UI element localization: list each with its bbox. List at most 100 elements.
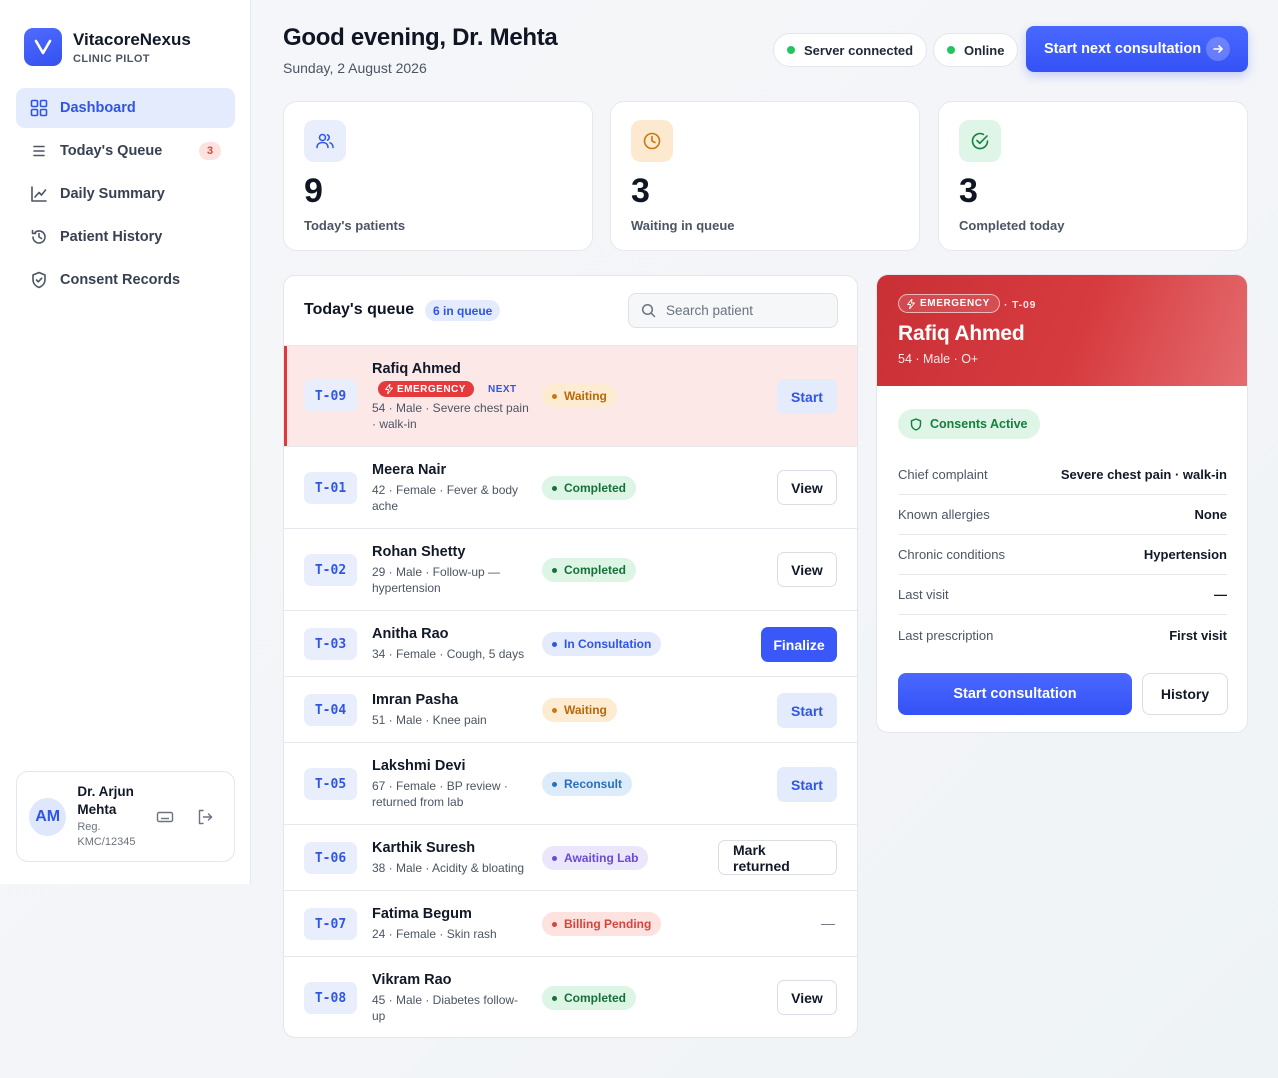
patient-name: Anitha Rao [372, 626, 449, 642]
sidebar-item-dashboard[interactable]: Dashboard [16, 88, 235, 128]
patient-detail-panel: EMERGENCY · T-09 Rafiq Ahmed 54 · Male ·… [876, 274, 1248, 733]
view-button[interactable]: View [777, 980, 837, 1015]
sidebar-item-label: Today's Queue [60, 143, 163, 159]
status-label: Awaiting Lab [564, 851, 639, 865]
token-badge: T-02 [304, 554, 357, 586]
token-badge: T-03 [304, 628, 357, 660]
detail-value: Hypertension [1143, 547, 1227, 562]
patient-meta: 54 · Male · Severe chest pain · walk-in [372, 401, 529, 431]
detail-key: Last visit [898, 587, 949, 602]
emergency-tag: EMERGENCY [378, 381, 474, 397]
patient-name: Imran Pasha [372, 692, 459, 708]
status-badge: Awaiting Lab [542, 846, 649, 870]
detail-row-chronic-conditions: Chronic conditions Hypertension [898, 535, 1227, 575]
detail-patient-meta: 54 · Male · O+ [898, 352, 979, 366]
start-button[interactable]: Start [777, 767, 837, 802]
detail-key: Chief complaint [898, 467, 988, 482]
view-button[interactable]: View [777, 470, 837, 505]
table-row[interactable]: T-01 Meera Nair 42 · Female · Fever & bo… [284, 447, 857, 529]
search-icon [641, 303, 656, 318]
next-tag: NEXT [488, 384, 517, 395]
detail-token: · T-09 [1004, 299, 1037, 311]
status-badge: Billing Pending [542, 912, 662, 936]
status-badge: Completed [542, 558, 637, 582]
table-row[interactable]: T-09 Rafiq Ahmed EMERGENCY NEXT 54 · Mal… [284, 346, 857, 447]
sidebar-item-todays-queue[interactable]: Today's Queue 3 [16, 131, 235, 171]
history-icon [30, 228, 48, 246]
detail-row-last-visit: Last visit — [898, 575, 1227, 615]
detail-key: Last prescription [898, 627, 994, 643]
token-badge: T-09 [304, 380, 357, 412]
detail-patient-name: Rafiq Ahmed [898, 322, 1025, 345]
sidebar-item-patient-history[interactable]: Patient History [16, 217, 235, 257]
bolt-icon [907, 298, 915, 309]
token-badge: T-06 [304, 842, 357, 874]
table-row[interactable]: T-05 Lakshmi Devi 67 · Female · BP revie… [284, 743, 857, 825]
start-consultation-button[interactable]: Start consultation [898, 673, 1132, 715]
sidebar-item-daily-summary[interactable]: Daily Summary [16, 174, 235, 214]
status-badge: Completed [542, 986, 637, 1010]
status-dot [947, 46, 955, 54]
stat-value: 9 [304, 172, 323, 210]
status-label: Completed [564, 481, 627, 495]
brand[interactable]: VitacoreNexus CLINIC PILOT [24, 28, 191, 66]
detail-row-last-prescription: Last prescription First visit [898, 615, 1227, 655]
status-dot [552, 393, 557, 399]
brand-name: VitacoreNexus [73, 29, 191, 49]
status-label: Waiting [564, 703, 607, 717]
stat-value: 3 [959, 172, 978, 210]
patient-meta: 34 · Female · Cough, 5 days [372, 647, 525, 661]
logout-icon[interactable] [196, 808, 214, 826]
patient-name: Meera Nair [372, 462, 447, 478]
user-name: Dr. Arjun Mehta [77, 784, 134, 817]
finalize-button[interactable]: Finalize [761, 627, 837, 662]
patient-meta: 38 · Male · Acidity & bloating [372, 861, 525, 875]
start-next-consultation-button[interactable]: Start next consultation [1026, 26, 1248, 72]
table-row[interactable]: T-03 Anitha Rao 34 · Female · Cough, 5 d… [284, 611, 857, 677]
patient-name: Vikram Rao [372, 972, 452, 988]
patient-name: Fatima Begum [372, 906, 472, 922]
history-button[interactable]: History [1142, 673, 1228, 715]
detail-value: Severe chest pain · walk-in [1060, 467, 1227, 482]
list-icon [30, 142, 48, 160]
table-row[interactable]: T-08 Vikram Rao 45 · Male · Diabetes fol… [284, 957, 857, 1037]
queue-count-badge: 3 [199, 142, 221, 160]
consents-badge: Consents Active [898, 409, 1041, 439]
sidebar-item-consent-records[interactable]: Consent Records [16, 260, 235, 300]
status-label: Billing Pending [564, 917, 652, 931]
patient-meta: 67 · Female · BP review · returned from … [372, 779, 508, 809]
brand-subtitle: CLINIC PILOT [73, 52, 150, 65]
status-dot [787, 46, 795, 54]
table-row[interactable]: T-07 Fatima Begum 24 · Female · Skin ras… [284, 891, 857, 957]
detail-header: EMERGENCY · T-09 Rafiq Ahmed 54 · Male ·… [877, 275, 1247, 386]
patient-name: Lakshmi Devi [372, 758, 466, 774]
token-badge: T-01 [304, 472, 357, 504]
table-row[interactable]: T-02 Rohan Shetty 29 · Male · Follow-up … [284, 529, 857, 611]
status-dot [552, 707, 557, 713]
detail-row-known-allergies: Known allergies None [898, 495, 1227, 535]
search-input[interactable] [666, 303, 826, 318]
status-label: Completed [564, 991, 627, 1005]
view-button[interactable]: View [777, 552, 837, 587]
mark-returned-button[interactable]: Mark returned [718, 840, 837, 875]
status-dot [552, 781, 557, 787]
consents-label: Consents Active [930, 417, 1028, 431]
sidebar-item-label: Dashboard [60, 100, 136, 116]
patient-meta: 29 · Male · Follow-up — hypertension [372, 565, 501, 595]
status-label: Completed [564, 563, 627, 577]
start-button[interactable]: Start [777, 379, 837, 414]
status-dot [552, 641, 557, 647]
keyboard-icon[interactable] [156, 808, 174, 826]
status-dot [552, 855, 557, 861]
bolt-icon [385, 384, 393, 394]
start-button[interactable]: Start [777, 693, 837, 728]
detail-row-chief-complaint: Chief complaint Severe chest pain · walk… [898, 455, 1227, 495]
token-badge: T-07 [304, 908, 357, 940]
status-label: Waiting [564, 389, 607, 403]
token-badge: T-04 [304, 694, 357, 726]
stat-value: 3 [631, 172, 650, 210]
table-row[interactable]: T-04 Imran Pasha 51 · Male · Knee pain W… [284, 677, 857, 743]
patient-name: Rohan Shetty [372, 544, 466, 560]
avatar[interactable]: AM [29, 797, 67, 836]
table-row[interactable]: T-06 Karthik Suresh 38 · Male · Acidity … [284, 825, 857, 891]
